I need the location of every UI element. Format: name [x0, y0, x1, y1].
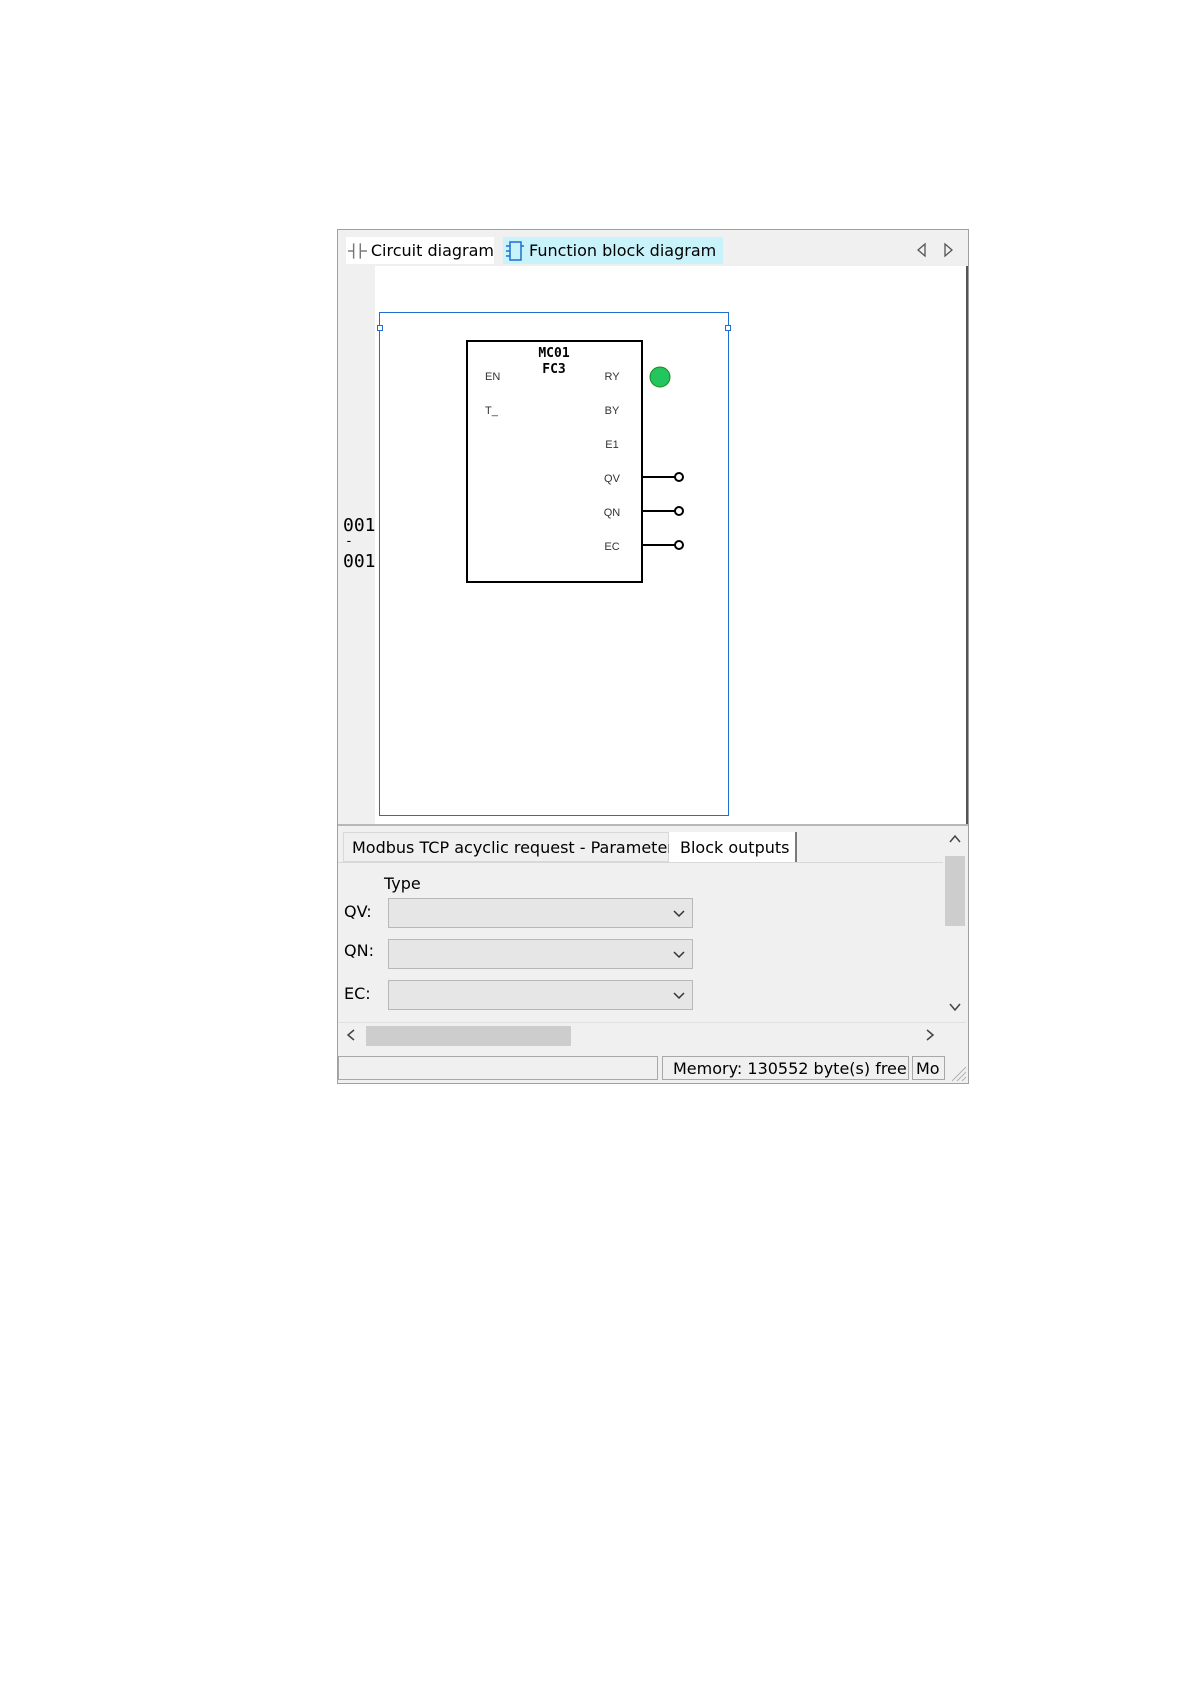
horizontal-scrollbar[interactable]: [338, 1022, 966, 1047]
properties-panel: Modbus TCP acyclic request - Parameter B…: [338, 824, 968, 1051]
chevron-down-icon: [673, 910, 685, 918]
tab-parameter[interactable]: Modbus TCP acyclic request - Parameter: [343, 832, 674, 862]
chevron-down-icon: [673, 951, 685, 959]
output-ry-label: RY: [604, 371, 620, 383]
status-cell-empty: [338, 1056, 658, 1080]
tab-circuit-diagram-label: Circuit diagram: [370, 241, 494, 260]
output-ec-connector[interactable]: [674, 540, 684, 550]
scroll-left-icon[interactable]: [344, 1028, 358, 1042]
status-mode: Mo: [912, 1056, 945, 1080]
output-qn-label: QN: [604, 507, 621, 519]
resize-grip-icon[interactable]: [949, 1064, 967, 1082]
editor-tab-bar: Circuit diagram Function block diagram: [338, 230, 968, 267]
qv-label: QV:: [344, 902, 372, 921]
function-block-mc01[interactable]: MC01 FC3 EN T_ RY BY E1 QV QN EC: [466, 340, 684, 583]
ec-type-select[interactable]: [388, 980, 693, 1010]
scroll-tabs-left-icon[interactable]: [915, 242, 929, 258]
block-name: MC01: [538, 346, 569, 361]
ec-label: EC:: [344, 984, 371, 1003]
vertical-scroll-thumb[interactable]: [945, 856, 965, 926]
input-t-label: T_: [485, 405, 499, 417]
horizontal-scroll-thumb[interactable]: [366, 1026, 571, 1046]
qn-type-select[interactable]: [388, 939, 693, 969]
status-led-icon: [649, 366, 671, 388]
block-function: FC3: [542, 362, 565, 377]
function-block-canvas[interactable]: 001 - 001 MC01 FC3 EN T_ RY BY E1 QV QN …: [338, 266, 968, 824]
tab-block-outputs[interactable]: Block outputs: [669, 832, 797, 862]
output-e1-label: E1: [605, 439, 618, 451]
vertical-scrollbar[interactable]: [943, 826, 966, 1019]
type-column-header: Type: [384, 874, 421, 893]
memory-text: Memory: 130552 byte(s) free: [673, 1058, 907, 1078]
output-qn-connector[interactable]: [674, 506, 684, 516]
tab-block-outputs-label: Block outputs: [680, 837, 790, 857]
output-by-label: BY: [605, 405, 620, 417]
tab-function-block-diagram-label: Function block diagram: [529, 241, 717, 260]
input-en-label: EN: [485, 371, 500, 383]
output-ec-label: EC: [604, 541, 619, 553]
tab-function-block-diagram[interactable]: Function block diagram: [503, 237, 723, 264]
program-editor-window: Circuit diagram Function block diagram 0…: [337, 229, 969, 1084]
function-block-drawing: MC01 FC3 EN T_ RY BY E1 QV QN EC: [466, 340, 684, 583]
qn-label: QN:: [344, 941, 374, 960]
mode-text: Mo: [916, 1058, 940, 1078]
scroll-up-icon[interactable]: [948, 832, 962, 846]
function-block-icon: [506, 240, 524, 261]
qv-type-select[interactable]: [388, 898, 693, 928]
chevron-down-icon: [673, 992, 685, 1000]
status-memory: Memory: 130552 byte(s) free: [662, 1056, 909, 1080]
scroll-tabs-right-icon[interactable]: [941, 242, 955, 258]
scroll-down-icon[interactable]: [948, 1000, 962, 1014]
status-bar: Memory: 130552 byte(s) free Mo: [338, 1055, 968, 1083]
panel-tab-divider: [338, 862, 943, 863]
tab-parameter-label: Modbus TCP acyclic request - Parameter: [352, 837, 674, 857]
output-qv-label: QV: [604, 473, 621, 485]
contact-icon: [347, 242, 367, 259]
scroll-right-icon[interactable]: [923, 1028, 937, 1042]
tab-circuit-diagram[interactable]: Circuit diagram: [346, 237, 494, 264]
output-qv-connector[interactable]: [674, 472, 684, 482]
